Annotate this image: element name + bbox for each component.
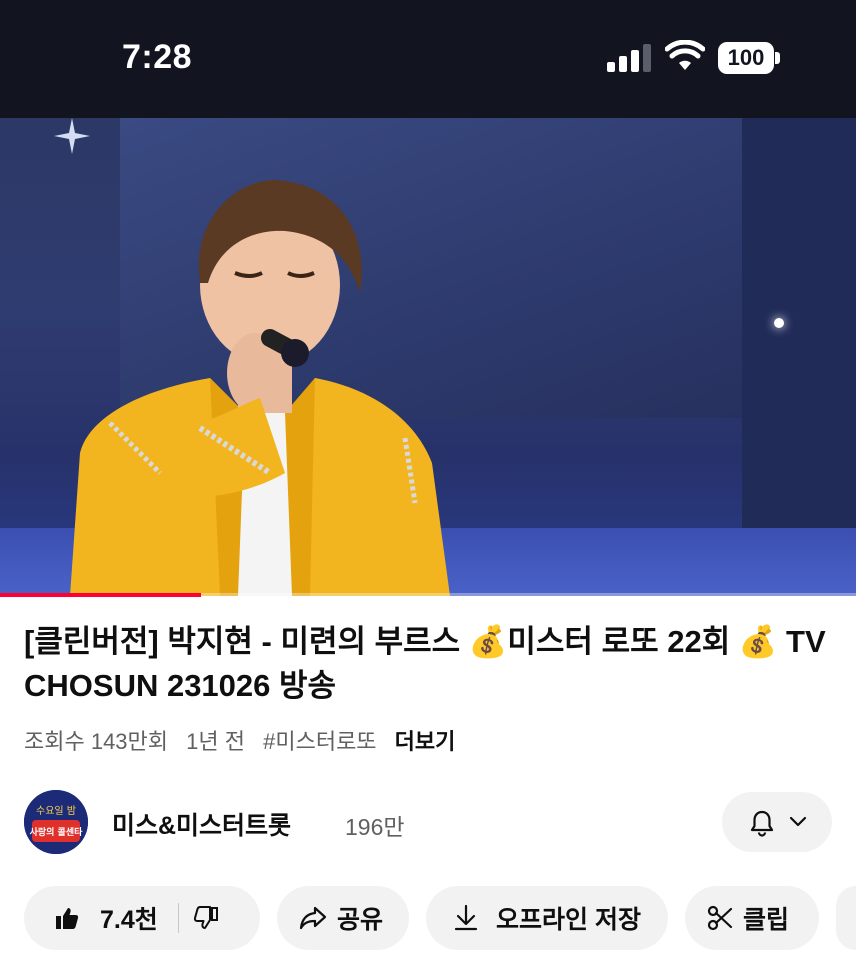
notification-button[interactable] (722, 792, 832, 852)
bell-icon (750, 810, 774, 837)
performer-figure (70, 179, 450, 596)
channel-avatar[interactable]: 수요일 밤 사랑의 콜센타 (24, 790, 88, 854)
video-player[interactable] (0, 118, 856, 596)
signal-icon (607, 44, 653, 72)
more-actions-chip[interactable] (836, 886, 856, 950)
svg-text:수요일 밤: 수요일 밤 (36, 805, 76, 817)
battery-icon: 100 (718, 42, 780, 74)
share-icon (299, 906, 327, 930)
like-dislike-group: 7.4천 (24, 886, 260, 950)
svg-text:사랑의 콜센타: 사랑의 콜센타 (30, 826, 84, 838)
chevron-down-icon (789, 816, 807, 827)
sparkle-icon (54, 118, 90, 154)
scissors-icon (707, 905, 733, 931)
like-divider (177, 903, 179, 933)
share-button[interactable]: 공유 (277, 886, 409, 950)
wifi-icon (665, 40, 705, 70)
subscriber-count: 196만 (345, 814, 405, 840)
upload-age: 1년 전 (186, 729, 245, 754)
stage-light (774, 318, 784, 328)
status-time: 7:28 (122, 38, 193, 76)
more-link[interactable]: 더보기 (395, 729, 456, 754)
download-button[interactable]: 오프라인 저장 (426, 886, 668, 950)
stage-panel (742, 118, 856, 548)
video-title: [클린버전] 박지현 - 미련의 부르스 💰미스터 로또 22회 💰 TV CH… (24, 624, 826, 703)
clip-label: 클립 (743, 906, 790, 934)
download-label: 오프라인 저장 (496, 906, 641, 934)
status-bar: 7:28 100 (0, 0, 856, 118)
hashtag-link[interactable]: #미스터로또 (263, 729, 376, 754)
download-icon (454, 904, 478, 931)
video-progress-bar[interactable] (0, 593, 856, 597)
battery-level: 100 (718, 42, 774, 74)
clip-button[interactable]: 클립 (685, 886, 819, 950)
video-meta[interactable]: 조회수 143만회 1년 전 #미스터로또 더보기 (24, 724, 467, 756)
channel-name[interactable]: 미스&미스터트롯 (112, 806, 291, 842)
video-progress-fill (0, 593, 202, 597)
like-icon[interactable] (54, 905, 80, 931)
view-count: 조회수 143만회 (24, 729, 169, 754)
share-label: 공유 (337, 906, 384, 934)
like-count[interactable]: 7.4천 (100, 900, 158, 936)
dislike-icon[interactable] (193, 905, 219, 931)
